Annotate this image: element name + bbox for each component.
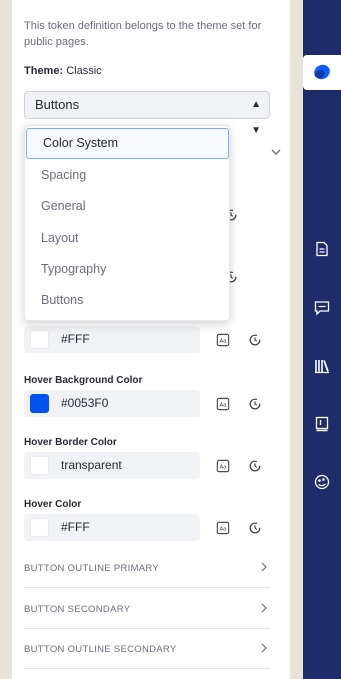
color-swatch[interactable] — [30, 330, 49, 349]
reset-icon[interactable] — [248, 397, 262, 411]
category-select-value: Buttons — [35, 97, 80, 112]
reset-icon[interactable] — [248, 333, 262, 347]
dropdown-option-typography[interactable]: Typography — [25, 254, 229, 285]
reset-icon[interactable] — [248, 459, 262, 473]
dropdown-option-layout[interactable]: Layout — [25, 223, 229, 254]
color-value: #FFF — [61, 332, 90, 346]
product-logo[interactable] — [303, 55, 341, 90]
dropdown-option-buttons[interactable]: Buttons — [25, 285, 229, 316]
color-swatch[interactable] — [30, 518, 49, 537]
color-field[interactable]: #FFF — [24, 326, 200, 353]
color-value: #FFF — [61, 520, 90, 534]
page-icon[interactable] — [314, 241, 330, 257]
category-dropdown: Color System Spacing General Layout Typo… — [24, 125, 230, 321]
section-title: BUTTON OUTLINE PRIMARY — [24, 563, 160, 574]
token-link-icon[interactable]: Aa — [216, 459, 230, 473]
theme-line: Theme: Classic — [24, 65, 102, 77]
color-swatch[interactable] — [30, 456, 49, 475]
reset-icon[interactable] — [248, 521, 262, 535]
color-swatch[interactable] — [30, 394, 49, 413]
svg-text:Aa: Aa — [220, 339, 228, 345]
theme-value: Classic — [66, 65, 102, 77]
app-navbar — [303, 0, 341, 679]
theme-icon[interactable] — [314, 474, 330, 490]
token-panel: This token definition belongs to the the… — [12, 0, 290, 679]
select-arrows-icon: ▲ ▼ — [251, 99, 261, 136]
section-button-outline-primary[interactable]: BUTTON OUTLINE PRIMARY — [24, 548, 270, 588]
theme-label: Theme: — [24, 65, 64, 77]
hover-border-color-field[interactable]: transparent — [24, 452, 200, 479]
dropdown-option-general[interactable]: General — [25, 191, 229, 222]
color-value: transparent — [61, 458, 122, 472]
book-icon[interactable] — [314, 416, 330, 432]
category-select[interactable]: Buttons ▲ ▼ — [24, 91, 270, 136]
info-text: This token definition belongs to the the… — [24, 20, 262, 48]
chevron-right-icon — [261, 603, 267, 613]
section-button-outline-secondary[interactable]: BUTTON OUTLINE SECONDARY — [24, 629, 270, 669]
token-link-icon[interactable]: Aa — [216, 333, 230, 347]
section-title: BUTTON SECONDARY — [24, 604, 131, 615]
field-label: Hover Color — [24, 499, 82, 510]
section-button-secondary[interactable]: BUTTON SECONDARY — [24, 589, 270, 629]
field-label: Hover Border Color — [24, 437, 117, 448]
hover-color-field[interactable]: #FFF — [24, 514, 200, 541]
chevron-down-icon[interactable] — [268, 144, 284, 160]
dropdown-option-spacing[interactable]: Spacing — [25, 160, 229, 191]
library-icon[interactable] — [314, 358, 330, 374]
svg-text:Aa: Aa — [220, 465, 228, 471]
svg-text:Aa: Aa — [220, 403, 228, 409]
hover-background-color-field[interactable]: #0053F0 — [24, 390, 200, 417]
token-link-icon[interactable]: Aa — [216, 521, 230, 535]
token-link-icon[interactable]: Aa — [216, 397, 230, 411]
section-title: BUTTON OUTLINE SECONDARY — [24, 644, 177, 655]
message-icon[interactable] — [314, 300, 330, 316]
field-label: Hover Background Color — [24, 375, 143, 386]
dropdown-option-color-system[interactable]: Color System — [26, 128, 229, 159]
color-value: #0053F0 — [61, 396, 109, 410]
chevron-right-icon — [261, 643, 267, 653]
chevron-right-icon — [261, 562, 267, 572]
product-logo-icon — [314, 64, 330, 80]
svg-text:Aa: Aa — [220, 527, 228, 533]
